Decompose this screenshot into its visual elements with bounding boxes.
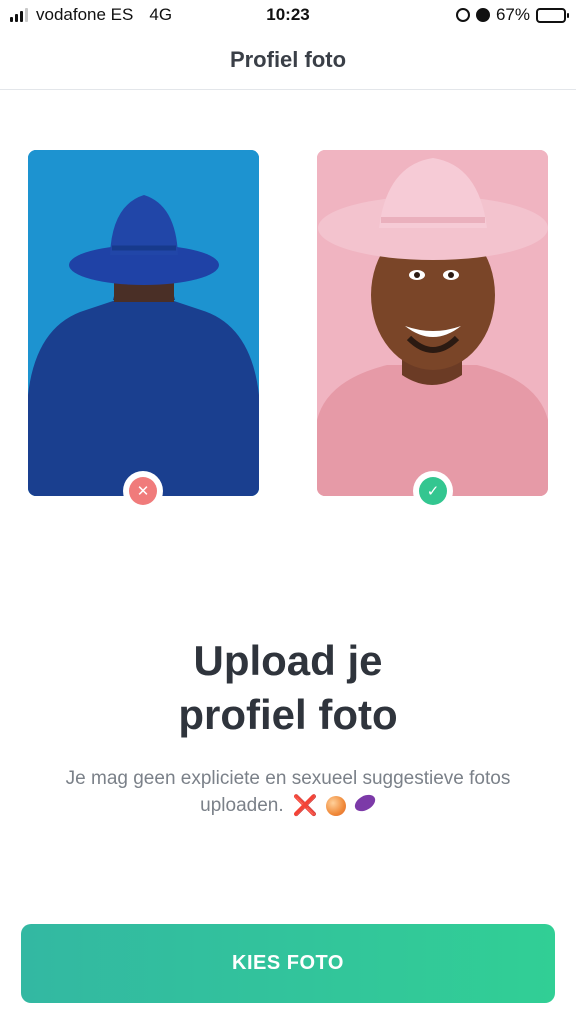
upload-guidelines: Je mag geen expliciete en sexueel sugges…: [28, 765, 548, 819]
good-example-photo: [317, 150, 548, 496]
headline-line-2: profiel foto: [178, 691, 398, 738]
reject-badge: ✕: [123, 471, 163, 511]
emoji-row: ❌: [292, 791, 378, 817]
alarm-icon: [475, 8, 490, 22]
smiling-man-pink-hat-illustration: [317, 150, 548, 496]
page-title: Profiel foto: [229, 46, 347, 72]
page-header: Profiel foto: [0, 30, 576, 90]
peach-emoji: [325, 795, 346, 816]
close-icon: ✕: [129, 477, 157, 505]
battery-percentage: 67%: [495, 5, 530, 24]
check-icon: ✓: [419, 477, 447, 505]
orientation-lock-icon: [455, 8, 470, 22]
eggplant-emoji: [351, 791, 378, 815]
guidelines-text: Je mag geen expliciete en sexueel sugges…: [65, 768, 511, 816]
headline-line-1: Upload je: [193, 637, 383, 684]
status-right: 67%: [455, 5, 569, 25]
choose-photo-button[interactable]: KIES FOTO: [21, 924, 555, 1003]
bad-example-photo: [28, 150, 259, 496]
approve-badge: ✓: [413, 471, 453, 511]
person-back-hat-illustration: [28, 150, 259, 496]
battery-charging-icon: [536, 7, 569, 23]
status-bar: vodafone ES 4G 10:23 67%: [0, 0, 576, 30]
upload-headline: Upload je profiel foto: [0, 634, 576, 742]
cross-mark-emoji: ❌: [292, 794, 318, 817]
